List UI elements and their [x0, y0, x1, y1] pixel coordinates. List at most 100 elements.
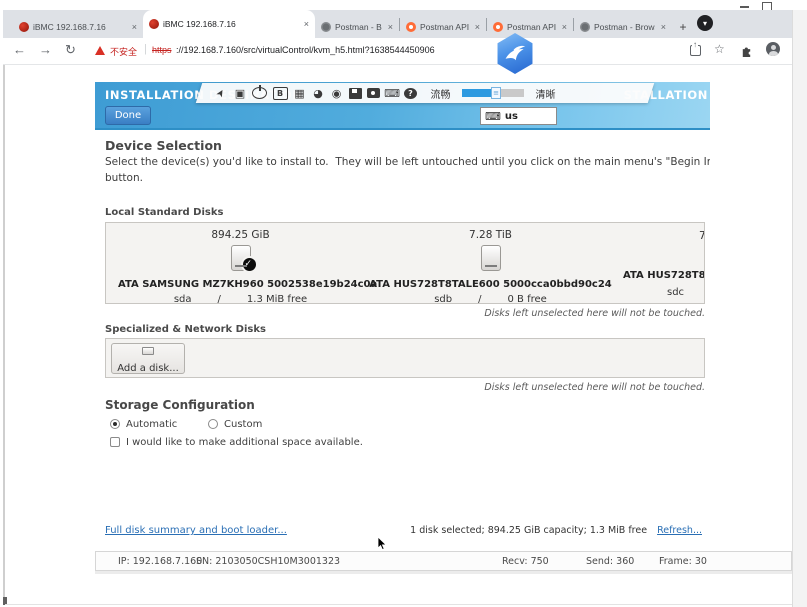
help-icon[interactable] [404, 88, 417, 99]
tab-postman-api-2[interactable]: Postman API Platfo × [487, 15, 573, 38]
radio-custom-label[interactable]: Custom [224, 419, 262, 430]
device-selection-heading: Device Selection [105, 138, 222, 153]
kvm-remote-screen[interactable]: INSTALLATION DESTINATION STALLATION Done… [95, 82, 710, 548]
keyboard-layout-indicator[interactable]: ⌨ us [480, 107, 557, 125]
disk-icon [481, 245, 501, 271]
selection-summary: 1 disk selected; 894.25 GiB capacity; 1.… [410, 525, 647, 536]
disk-free: 1.3 MiB free [247, 294, 307, 304]
add-disk-icon [142, 347, 154, 355]
disk-size: 7.28 TiB [368, 229, 613, 243]
disk-sdc-model[interactable]: ATA HUS728T8TAL [623, 270, 705, 281]
specialized-disks-label: Specialized & Network Disks [105, 324, 266, 335]
add-disk-button[interactable]: Add a disk... [111, 343, 185, 374]
installer-header: INSTALLATION DESTINATION STALLATION Done… [95, 82, 710, 130]
tab-overflow-button[interactable]: ▾ [697, 15, 713, 31]
tab-ibmc-2-active[interactable]: iBMC 192.168.7.16 × [143, 10, 315, 38]
disk-size: 894.25 GiB [118, 229, 363, 243]
desktop: iBMC 192.168.7.16 × iBMC 192.168.7.16 × … [0, 0, 807, 607]
tab-postman-browse-2[interactable]: Postman - Browse × [574, 15, 672, 38]
mouse-cursor [377, 536, 389, 556]
unselected-note: Disks left unselected here will not be t… [105, 308, 705, 319]
address-bar-url[interactable]: ://192.168.7.160/src/virtualControl/kvm_… [176, 45, 435, 55]
window-minimize-button[interactable] [740, 6, 749, 8]
security-warning-icon[interactable] [95, 46, 105, 55]
url-separator: | [144, 43, 147, 55]
additional-space-label[interactable]: I would like to make additional space av… [126, 437, 363, 448]
window-left-border [3, 10, 5, 600]
specialized-disks-panel: Add a disk... [105, 338, 705, 378]
radio-automatic[interactable] [110, 419, 120, 429]
radio-automatic-label[interactable]: Automatic [126, 419, 177, 430]
window-right-gutter [792, 10, 807, 607]
status-recv: Recv: 750 [502, 556, 549, 567]
fullscreen-icon[interactable]: ▣ [234, 86, 247, 100]
tab-postman-browse-1[interactable]: Postman - Browse × [315, 15, 399, 38]
security-warning-label[interactable]: 不安全 [110, 45, 137, 58]
keyboard-icon[interactable]: ⌨ [386, 86, 399, 100]
keyboard-b-icon[interactable] [273, 87, 288, 100]
back-icon[interactable]: ← [13, 42, 26, 57]
quality-slider-handle[interactable] [491, 87, 501, 99]
postman-favicon [406, 22, 416, 32]
tab-close-icon[interactable]: × [304, 19, 309, 29]
disk-detail-row: sda / 1.3 MiB free [118, 294, 363, 304]
reload-icon[interactable]: ↻ [65, 42, 76, 58]
floppy-icon[interactable] [349, 88, 362, 99]
description-line1: Select the device(s) you'd like to insta… [105, 156, 710, 168]
tab-close-icon[interactable]: × [388, 22, 393, 32]
screen-capture-icon[interactable] [367, 88, 380, 98]
tab-close-icon[interactable]: × [562, 22, 567, 32]
unselected-note-2: Disks left unselected here will not be t… [105, 382, 705, 393]
profile-avatar[interactable] [766, 42, 780, 56]
description-line2: button. [105, 172, 143, 184]
power-icon[interactable] [252, 87, 267, 99]
kvm-status-bar: IP: 192.168.7.160 SN: 2103050CSH10M30013… [95, 551, 792, 571]
tab-close-icon[interactable]: × [661, 22, 666, 32]
disk-selected-check-icon [241, 256, 258, 273]
done-button[interactable]: Done [105, 106, 151, 125]
mouse-icon[interactable]: ◕ [312, 86, 325, 100]
disk-device: sdb [434, 294, 452, 304]
keyboard-layout-label: us [505, 111, 518, 122]
new-tab-button[interactable]: + [672, 15, 694, 38]
record-icon[interactable]: ◉ [330, 86, 343, 100]
refresh-link[interactable]: Refresh... [657, 525, 702, 536]
tab-postman-api-1[interactable]: Postman API Platfo × [400, 15, 486, 38]
tab-ibmc-1[interactable]: iBMC 192.168.7.16 × [13, 15, 143, 38]
pin-icon[interactable]: ➤ [215, 86, 228, 100]
disk-sdb[interactable]: 7.28 TiB ATA HUS728T8TALE600 5000cca0bbd… [368, 229, 613, 304]
disk-model: ATA HUS728T8TALE600 5000cca0bbd90c24 [368, 279, 613, 290]
forward-icon[interactable]: → [39, 42, 52, 57]
disk-sdc-size: 7 [699, 230, 705, 242]
ibmc-favicon [149, 19, 159, 29]
bird-icon [502, 43, 528, 65]
local-disks-label: Local Standard Disks [105, 207, 223, 218]
full-disk-summary-link[interactable]: Full disk summary and boot loader... [105, 525, 287, 536]
extensions-puzzle-icon[interactable] [740, 44, 753, 62]
status-ip: IP: 192.168.7.160 [118, 556, 202, 567]
tab-close-icon[interactable]: × [475, 22, 480, 32]
share-icon[interactable] [690, 45, 701, 56]
quality-smooth-label: 流畅 [431, 86, 451, 101]
postman-favicon [493, 22, 503, 32]
disk-sda[interactable]: 894.25 GiB ATA SAMSUNG MZ7KH960 5002538e… [118, 229, 363, 304]
browser-toolbar: ← → ↻ 不安全 | https ://192.168.7.160/src/v… [3, 38, 792, 65]
status-frame: Frame: 30 [659, 556, 707, 567]
window-bottom-border [5, 604, 792, 605]
status-sn: SN: 2103050CSH10M3001323 [196, 556, 340, 567]
keyboard-icon: ⌨ [485, 110, 501, 123]
quality-slider[interactable] [462, 89, 524, 97]
additional-space-checkbox[interactable] [110, 437, 120, 447]
disk-detail-row: sdb / 0 B free [368, 294, 613, 304]
globe-favicon [321, 22, 331, 32]
disk-device: sda [174, 294, 192, 304]
status-send: Send: 360 [586, 556, 634, 567]
disk-sdc-device: sdc [667, 287, 684, 298]
ibmc-favicon [19, 22, 29, 32]
tab-close-icon[interactable]: × [132, 22, 137, 32]
bookmark-star-icon[interactable]: ☆ [714, 42, 725, 56]
kvm-toolbar: ➤ ▣ ▦ ◕ ◉ ⌨ 流畅 清晰 [196, 83, 654, 103]
radio-custom[interactable] [208, 419, 218, 429]
resolution-grid-icon[interactable]: ▦ [293, 86, 306, 100]
globe-favicon [580, 22, 590, 32]
